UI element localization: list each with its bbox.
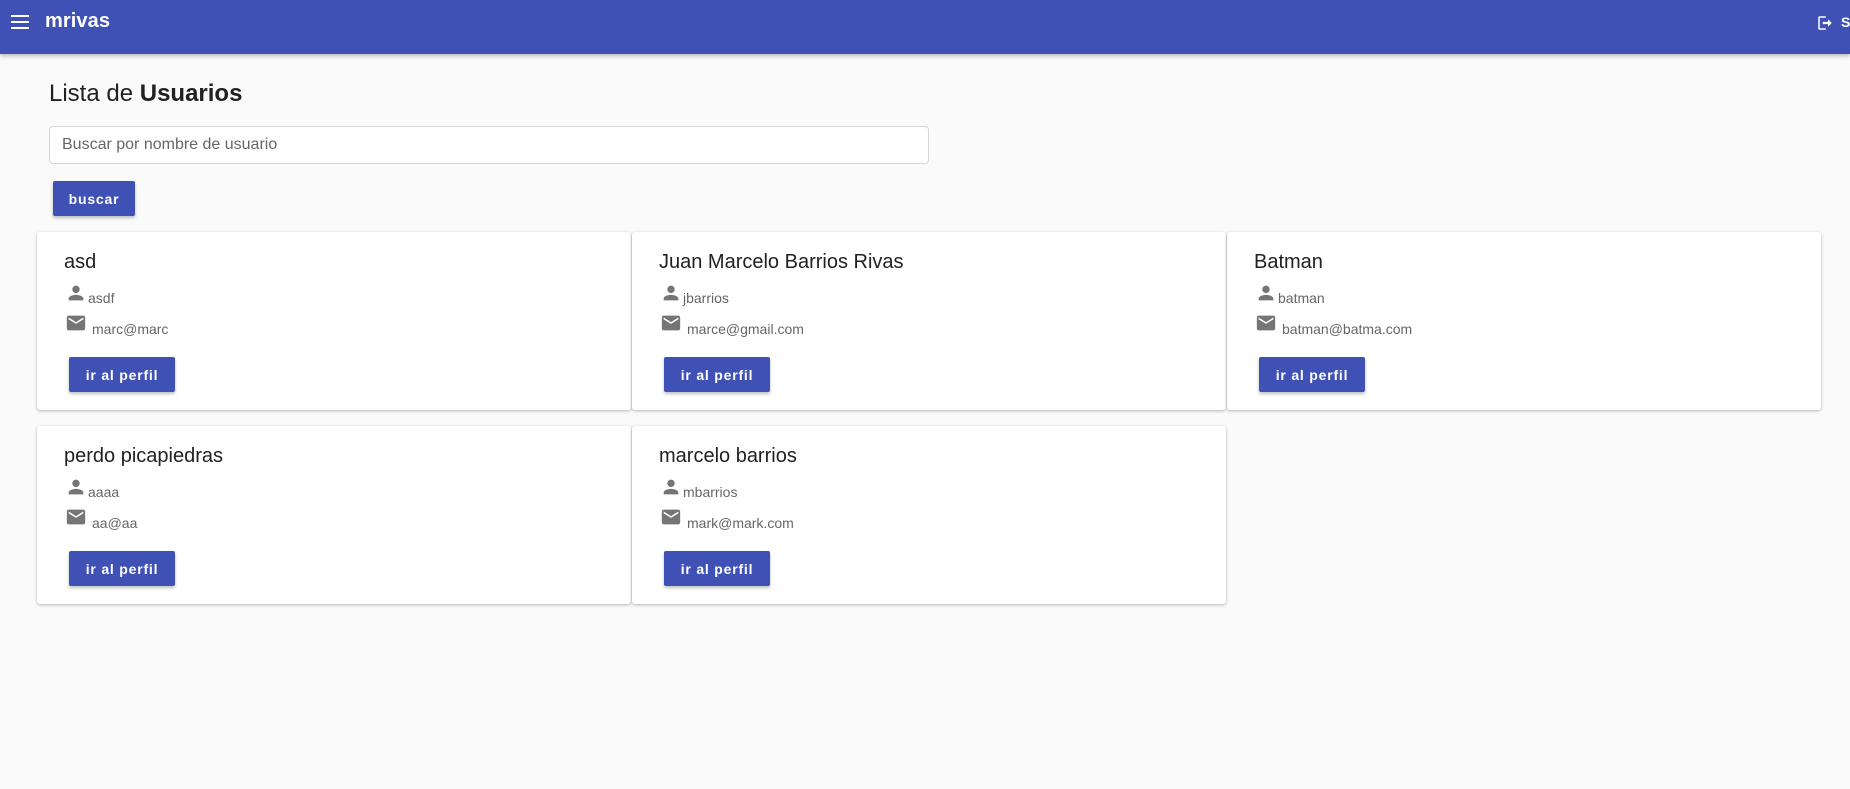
page-title-bold: Usuarios bbox=[139, 80, 243, 107]
logout-label: S bbox=[1841, 14, 1850, 30]
profile-button[interactable]: ir al perfil bbox=[69, 551, 175, 586]
user-card: Batman batman batman@batma.com ir al per… bbox=[1227, 232, 1821, 410]
user-card-username: aaaa bbox=[88, 484, 120, 500]
profile-button[interactable]: ir al perfil bbox=[664, 357, 770, 392]
user-card: marcelo barrios mbarrios mark@mark.com i… bbox=[632, 426, 1226, 604]
user-card-email: aa@aa bbox=[92, 515, 138, 531]
mail-icon bbox=[66, 315, 86, 331]
mail-icon bbox=[661, 509, 681, 525]
user-card-username: asdf bbox=[88, 290, 115, 306]
person-icon bbox=[663, 479, 679, 495]
user-card-email: marce@gmail.com bbox=[687, 321, 804, 337]
person-icon bbox=[68, 479, 84, 495]
user-card-name: Batman bbox=[1254, 251, 1323, 273]
logout-icon bbox=[1818, 16, 1832, 30]
top-toolbar: mrivas S bbox=[0, 0, 1850, 54]
profile-button[interactable]: ir al perfil bbox=[664, 551, 770, 586]
person-icon bbox=[1258, 285, 1274, 301]
user-card-name: Juan Marcelo Barrios Rivas bbox=[659, 251, 904, 273]
user-card-username: jbarrios bbox=[683, 290, 729, 306]
page-title: Lista de Usuarios bbox=[49, 80, 242, 108]
user-card: Juan Marcelo Barrios Rivas jbarrios marc… bbox=[632, 232, 1226, 410]
user-card-name: marcelo barrios bbox=[659, 445, 797, 467]
user-card-username: batman bbox=[1278, 290, 1325, 306]
user-card-name: perdo picapiedras bbox=[64, 445, 223, 467]
logout-button[interactable]: S bbox=[1816, 12, 1850, 34]
profile-button[interactable]: ir al perfil bbox=[69, 357, 175, 392]
user-card-name: asd bbox=[64, 251, 97, 273]
user-card-username: mbarrios bbox=[683, 484, 738, 500]
mail-icon bbox=[1256, 315, 1276, 331]
search-input[interactable] bbox=[49, 126, 929, 164]
person-icon bbox=[663, 285, 679, 301]
user-card-email: marc@marc bbox=[92, 321, 169, 337]
user-card: asd asdf marc@marc ir al perfil bbox=[37, 232, 631, 410]
menu-icon[interactable] bbox=[9, 10, 33, 34]
page-title-prefix: Lista de bbox=[49, 80, 134, 107]
app-brand[interactable]: mrivas bbox=[45, 10, 110, 33]
person-icon bbox=[68, 285, 84, 301]
search-button[interactable]: buscar bbox=[53, 181, 135, 216]
mail-icon bbox=[66, 509, 86, 525]
user-card: perdo picapiedras aaaa aa@aa ir al perfi… bbox=[37, 426, 631, 604]
user-card-email: mark@mark.com bbox=[687, 515, 794, 531]
profile-button[interactable]: ir al perfil bbox=[1259, 357, 1365, 392]
user-card-email: batman@batma.com bbox=[1282, 321, 1413, 337]
mail-icon bbox=[661, 315, 681, 331]
